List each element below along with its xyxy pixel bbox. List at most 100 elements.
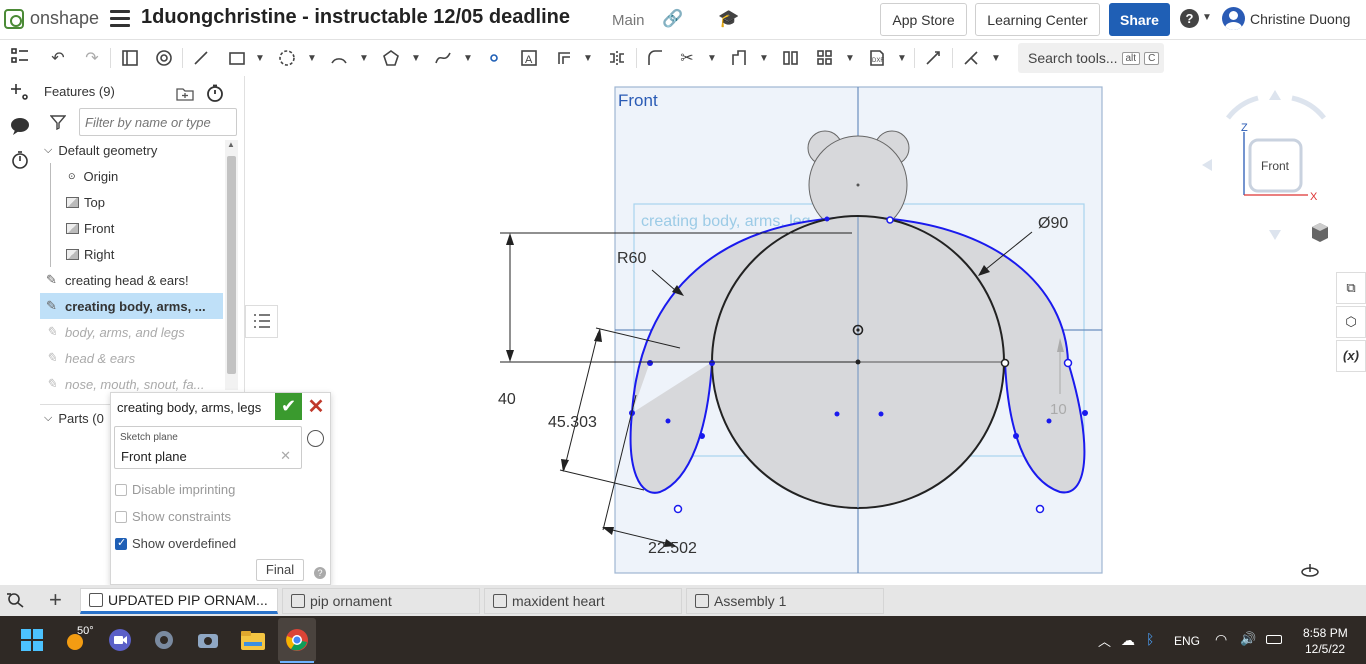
rollback-timer-icon[interactable] (206, 84, 224, 107)
sketch-point[interactable] (709, 360, 715, 366)
feature-scrollbar[interactable]: ▲ (225, 140, 238, 390)
history-icon[interactable] (307, 430, 324, 447)
text-tool-icon[interactable]: A (518, 47, 540, 69)
view-cube-down-arrow[interactable] (1269, 230, 1281, 240)
sketch-point[interactable] (1082, 410, 1088, 416)
sketch-point[interactable] (824, 216, 830, 222)
settings-icon[interactable] (152, 628, 178, 652)
checkbox-checked[interactable] (115, 536, 127, 550)
undo-icon[interactable]: ↶ (48, 47, 68, 69)
chevron-down-icon[interactable]: ▼ (990, 47, 1002, 69)
bluetooth-icon[interactable]: ᛒ (1146, 631, 1154, 647)
redo-icon[interactable]: ↷ (82, 47, 102, 69)
fillet-tool-icon[interactable] (644, 47, 666, 69)
filter-input[interactable] (79, 108, 237, 136)
chevron-down-icon[interactable]: ▼ (306, 47, 318, 69)
dim-d90-label[interactable]: Ø90 (1038, 215, 1068, 232)
onshape-logo[interactable]: onshape (4, 8, 99, 29)
circle-tool-icon[interactable] (276, 47, 298, 69)
offset-tool-icon[interactable] (553, 47, 575, 69)
dim-45-label[interactable]: 45.303 (548, 414, 597, 431)
feature-list-icon[interactable] (9, 46, 31, 68)
sketch-settings-icon[interactable] (154, 47, 174, 69)
checkbox[interactable] (115, 483, 127, 496)
chevron-down-icon[interactable]: ▼ (462, 47, 474, 69)
sketch-point[interactable] (834, 411, 840, 417)
sketch-point[interactable] (1063, 358, 1073, 368)
sketch-point[interactable] (647, 360, 653, 366)
chevron-down-icon[interactable]: ⌵ (44, 412, 52, 425)
graphics-viewport[interactable]: Front creating body, arms, leg 40 R60 Ø9 (246, 76, 1336, 585)
share-button[interactable]: Share (1109, 3, 1170, 36)
language-indicator[interactable]: ENG (1174, 634, 1200, 648)
sketch-point[interactable] (1046, 418, 1052, 424)
polygon-tool-icon[interactable] (380, 47, 402, 69)
scrollbar-thumb[interactable] (227, 156, 236, 374)
mate-connector-icon[interactable] (1301, 564, 1319, 577)
tree-item-sketch-rolled-back[interactable]: ✎ body, arms, and legs (40, 319, 223, 345)
dim-40-label[interactable]: 40 (498, 391, 516, 408)
accept-button[interactable]: ✔ (275, 393, 302, 420)
chevron-down-icon[interactable]: ▼ (358, 47, 370, 69)
tree-item-front[interactable]: Front (40, 215, 223, 241)
chevron-down-icon[interactable]: ▼ (706, 47, 718, 69)
help-icon[interactable]: ? (314, 567, 326, 579)
tree-item-sketch-selected[interactable]: ✎ creating body, arms, ... (40, 293, 223, 319)
arc-tool-icon[interactable] (328, 47, 350, 69)
chevron-down-icon[interactable]: ▼ (582, 47, 594, 69)
chevron-down-icon[interactable]: ▼ (254, 47, 266, 69)
sketch-point[interactable] (886, 216, 894, 224)
comment-icon[interactable] (9, 116, 31, 138)
rectangle-tool-icon[interactable] (226, 47, 248, 69)
clock-date[interactable]: 12/5/22 (1305, 642, 1345, 656)
chevron-down-icon[interactable]: ▼ (410, 47, 422, 69)
sketch-name[interactable]: creating body, arms, legs (117, 400, 261, 415)
variables-panel-icon[interactable]: (x) (1336, 340, 1366, 372)
cancel-button[interactable]: ✕ (306, 395, 326, 419)
final-button[interactable]: Final (256, 559, 304, 581)
chevron-up-icon[interactable]: ︿ (1098, 631, 1111, 650)
dim-10-label[interactable]: 10 (1050, 401, 1067, 418)
sketch-point[interactable] (1000, 358, 1010, 368)
sketch-point[interactable] (665, 418, 671, 424)
sketch-point[interactable] (1013, 433, 1019, 439)
tree-item-right[interactable]: Right (40, 241, 223, 267)
center-point[interactable] (855, 359, 861, 365)
dim-22-label[interactable]: 22.502 (648, 540, 697, 557)
use-tool-icon[interactable] (728, 47, 750, 69)
appearance-panel-icon[interactable]: ⧉ (1336, 272, 1366, 304)
volume-icon[interactable]: 🔊 (1240, 631, 1256, 647)
help-caret-icon[interactable]: ▼ (1202, 12, 1212, 23)
trim-tool-icon[interactable]: ✂ (676, 47, 698, 69)
clear-icon[interactable]: ✕ (280, 448, 291, 464)
head-center-point[interactable] (856, 183, 860, 187)
view-cube-rotate-arc[interactable] (1291, 95, 1326, 120)
scroll-up-icon[interactable]: ▲ (227, 140, 235, 149)
sketch-point[interactable] (699, 433, 705, 439)
sketch-plane-field[interactable]: Sketch plane Front plane ✕ (114, 426, 302, 469)
dim-r60-label[interactable]: R60 (617, 250, 646, 267)
tab-part-studio[interactable]: pip ornament (282, 588, 480, 614)
chevron-down-icon[interactable]: ▼ (758, 47, 770, 69)
dxf-import-icon[interactable]: DXF (866, 47, 888, 69)
tab-part-studio[interactable]: UPDATED PIP ORNAM... (80, 588, 278, 614)
construction-tool-icon[interactable] (960, 47, 982, 69)
checkbox[interactable] (115, 510, 127, 523)
file-explorer-icon[interactable] (240, 628, 266, 652)
wifi-icon[interactable]: ◠ (1215, 631, 1227, 648)
add-folder-icon[interactable] (176, 86, 194, 106)
tree-item-default-geometry[interactable]: ⌵ Default geometry (40, 137, 223, 163)
filter-icon[interactable] (49, 114, 67, 135)
view-cube-left-arrow[interactable] (1202, 159, 1212, 171)
point-tool-icon[interactable] (486, 47, 502, 69)
spline-tool-icon[interactable] (432, 47, 454, 69)
mirror-tool-icon[interactable] (606, 47, 628, 69)
link-icon[interactable]: 🔗 (662, 9, 683, 29)
sketch-point[interactable] (1035, 504, 1045, 514)
show-constraints-checkbox[interactable]: Show constraints (115, 509, 231, 524)
tab-part-studio[interactable]: maxident heart (484, 588, 682, 614)
tree-item-sketch-rolled-back[interactable]: ✎ head & ears (40, 345, 223, 371)
add-variable-icon[interactable] (9, 82, 31, 104)
chevron-down-icon[interactable]: ▼ (844, 47, 856, 69)
line-tool-icon[interactable] (190, 47, 212, 69)
